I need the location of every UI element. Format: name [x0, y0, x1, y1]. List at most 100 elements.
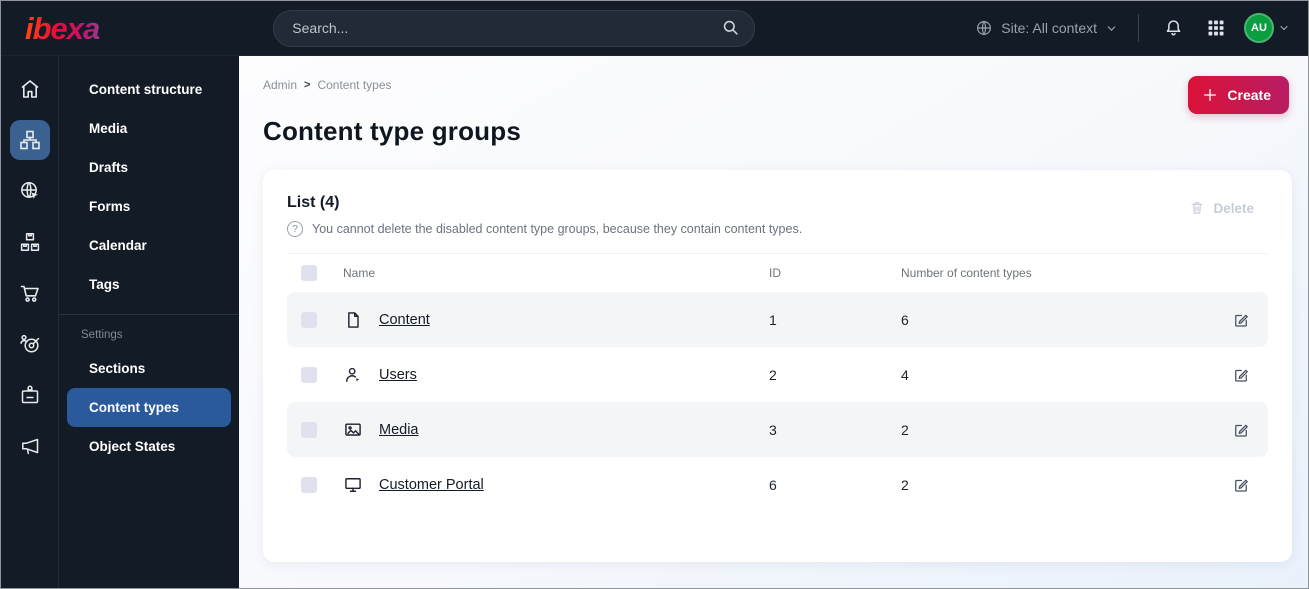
column-header-name: Name [343, 266, 376, 280]
rail-item-commerce[interactable] [10, 273, 50, 313]
cart-icon [20, 285, 39, 302]
list-title: List (4) [287, 194, 340, 211]
sidebar-item-drafts[interactable]: Drafts [67, 148, 231, 187]
chevron-down-icon [1107, 25, 1116, 31]
app-window: ibexa Site: All context [0, 0, 1309, 589]
table-row: Customer Portal 6 2 [287, 457, 1268, 512]
breadcrumb-separator: > [304, 79, 311, 91]
select-all-checkbox[interactable] [301, 265, 317, 281]
sidebar-item-calendar[interactable]: Calendar [67, 226, 231, 265]
file-icon [343, 310, 363, 330]
group-id: 2 [769, 366, 777, 383]
row-checkbox[interactable] [301, 366, 317, 383]
target-audience-icon [19, 334, 39, 353]
sidebar-item-content-structure[interactable]: Content structure [67, 70, 231, 109]
edit-icon [1235, 314, 1248, 327]
rail-item-personalization[interactable] [10, 324, 50, 364]
avatar[interactable]: AU [1244, 13, 1274, 43]
edit-icon [1235, 424, 1248, 437]
group-id: 3 [769, 421, 777, 438]
help-icon: ? [287, 221, 303, 237]
sidebar-item-object-states[interactable]: Object States [67, 427, 231, 466]
row-checkbox[interactable] [301, 421, 317, 438]
topbar-right-cluster: Site: All context AU [975, 13, 1290, 43]
topbar-divider [1138, 14, 1139, 42]
content-type-groups-table: Name ID Number of content types Content … [287, 253, 1268, 512]
app-switcher-button[interactable] [1202, 14, 1230, 42]
column-header-id: ID [769, 266, 781, 280]
user-menu[interactable]: AU [1244, 13, 1290, 43]
sidebar-menu: Content structure Media Drafts Forms Cal… [59, 56, 239, 588]
breadcrumb: Admin > Content types [263, 78, 1292, 92]
icon-rail [1, 56, 59, 588]
grid-icon [1208, 20, 1224, 36]
row-checkbox[interactable] [301, 476, 317, 493]
sidebar-item-content-types[interactable]: Content types [67, 388, 231, 427]
bell-icon [1166, 19, 1181, 35]
list-info: ? You cannot delete the disabled content… [287, 221, 802, 237]
plus-icon [1204, 89, 1217, 101]
globe-pointer-icon [20, 182, 38, 199]
table-header-row: Name ID Number of content types [287, 254, 1268, 292]
megaphone-icon [21, 438, 38, 455]
image-icon [343, 420, 363, 440]
edit-button[interactable] [1228, 362, 1254, 388]
search-icon[interactable] [721, 18, 740, 37]
create-button[interactable]: Create [1188, 76, 1289, 114]
search-input[interactable] [273, 9, 756, 47]
table-row: Media 3 2 [287, 402, 1268, 457]
sidebar-item-forms[interactable]: Forms [67, 187, 231, 226]
delete-button-label: Delete [1213, 200, 1254, 216]
global-search [273, 9, 756, 47]
rail-item-product-catalog[interactable] [10, 222, 50, 262]
column-header-count: Number of content types [901, 266, 1032, 280]
settings-section-label: Settings [81, 329, 123, 341]
admin-badge-icon [21, 385, 38, 404]
site-context-label: Site: All context [1001, 20, 1097, 36]
create-button-label: Create [1227, 87, 1271, 103]
edit-button[interactable] [1228, 417, 1254, 443]
card-head-left: List (4) ? You cannot delete the disable… [287, 194, 802, 237]
site-context-selector[interactable]: Site: All context [975, 19, 1118, 37]
group-count: 6 [901, 311, 909, 328]
group-link-customer-portal[interactable]: Customer Portal [379, 477, 484, 493]
content-type-groups-card: List (4) ? You cannot delete the disable… [263, 170, 1292, 562]
menu-divider [59, 314, 239, 315]
sidebar-item-media[interactable]: Media [67, 109, 231, 148]
home-icon [20, 80, 39, 98]
page-title: Content type groups [263, 116, 522, 146]
notifications-button[interactable] [1159, 14, 1188, 43]
group-link-users[interactable]: Users [379, 367, 417, 383]
chevron-down-icon [1280, 25, 1288, 31]
edit-icon [1235, 369, 1248, 382]
sidebar-item-tags[interactable]: Tags [67, 265, 231, 304]
rail-item-dashboard[interactable] [10, 69, 50, 109]
rail-item-content[interactable] [9, 120, 50, 160]
edit-button[interactable] [1228, 307, 1254, 333]
breadcrumb-admin[interactable]: Admin [263, 78, 297, 92]
group-id: 6 [769, 476, 777, 493]
user-icon [343, 365, 363, 385]
list-info-text: You cannot delete the disabled content t… [312, 222, 803, 236]
table-row: Content 1 6 [287, 292, 1268, 347]
top-bar: ibexa Site: All context [1, 1, 1308, 56]
globe-icon [975, 19, 993, 37]
product-catalog-icon [20, 233, 39, 251]
rail-item-admin[interactable] [10, 375, 50, 415]
edit-button[interactable] [1228, 472, 1254, 498]
group-link-content[interactable]: Content [379, 312, 430, 328]
delete-button[interactable]: Delete [1189, 200, 1254, 216]
main-content: Admin > Content types Create Content typ… [239, 56, 1308, 588]
group-count: 2 [901, 476, 909, 493]
trash-icon [1191, 202, 1204, 214]
group-link-media[interactable]: Media [379, 422, 419, 438]
group-id: 1 [769, 311, 777, 328]
table-row: Users 2 4 [287, 347, 1268, 402]
rail-item-site[interactable] [10, 171, 50, 211]
sidebar-item-sections[interactable]: Sections [67, 349, 231, 388]
sitemap-icon [19, 130, 40, 150]
group-count: 2 [901, 421, 909, 438]
rail-item-marketing[interactable] [10, 426, 50, 466]
row-checkbox[interactable] [301, 311, 317, 328]
ibexa-logo[interactable]: ibexa [25, 13, 103, 44]
